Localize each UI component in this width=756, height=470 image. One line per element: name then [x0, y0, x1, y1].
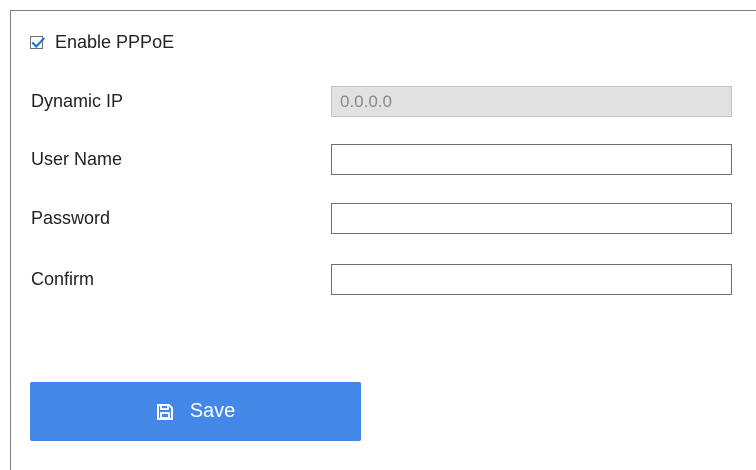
- dynamic-ip-row: Dynamic IP: [31, 86, 741, 117]
- save-icon: [156, 403, 173, 420]
- confirm-row: Confirm: [31, 264, 741, 295]
- user-name-label: User Name: [31, 149, 123, 169]
- password-label: Password: [31, 208, 111, 228]
- save-button-label: Save: [189, 400, 236, 422]
- dynamic-ip-label: Dynamic IP: [31, 91, 124, 111]
- confirm-password-field[interactable]: [331, 264, 732, 295]
- password-row: Password: [31, 203, 741, 234]
- checkmark-icon: [31, 36, 46, 48]
- enable-pppoe-label: Enable PPPoE: [55, 32, 175, 52]
- save-button[interactable]: Save: [30, 382, 361, 441]
- confirm-label: Confirm: [31, 269, 95, 289]
- password-field[interactable]: [331, 203, 732, 234]
- user-name-row: User Name: [31, 144, 741, 175]
- dynamic-ip-field: [331, 86, 732, 117]
- user-name-field[interactable]: [331, 144, 732, 175]
- enable-pppoe-checkbox[interactable]: [30, 35, 46, 49]
- enable-pppoe-row[interactable]: Enable PPPoE: [30, 33, 174, 51]
